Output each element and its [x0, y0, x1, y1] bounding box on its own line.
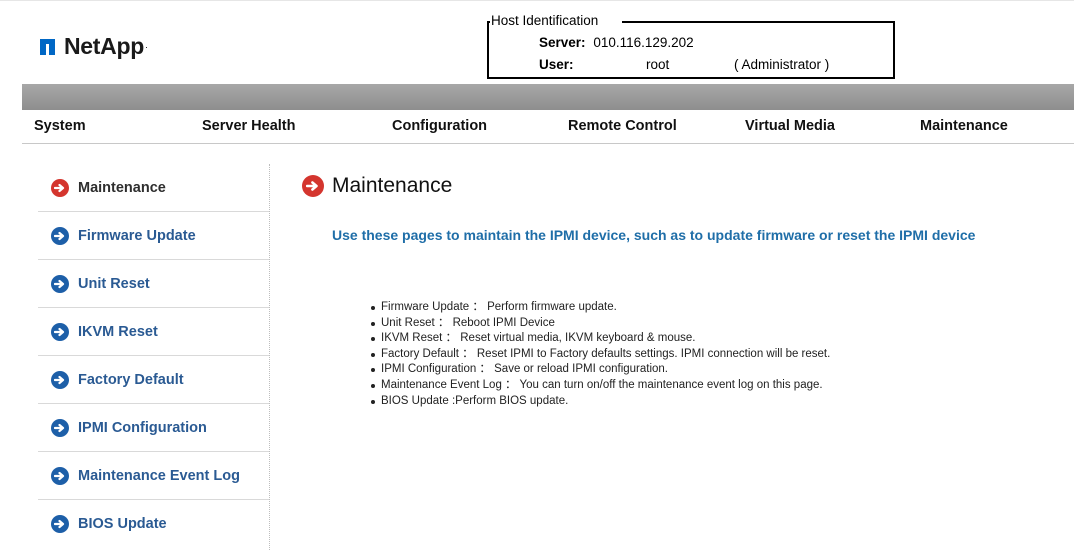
sidebar-item-ikvm-reset[interactable]: IKVM Reset	[38, 308, 269, 356]
arrow-circle-right-icon	[302, 175, 324, 197]
sidebar-item-label: IKVM Reset	[78, 323, 158, 340]
page-title: Maintenance	[302, 174, 452, 198]
tab-system[interactable]: System	[34, 118, 86, 134]
list-item: IKVM Reset ： Reset virtual media, IKVM k…	[370, 331, 1070, 347]
sidebar-item-firmware-update[interactable]: Firmware Update	[38, 212, 269, 260]
sidebar-item-label: Maintenance Event Log	[78, 467, 240, 484]
sidebar-item-label: IPMI Configuration	[78, 419, 207, 436]
server-row: Server: 010.116.129.202	[539, 35, 694, 50]
sidebar-item-factory-default[interactable]: Factory Default	[38, 356, 269, 404]
list-item: IPMI Configuration ： Save or reload IPMI…	[370, 362, 1070, 378]
user-role: ( Administrator )	[734, 57, 830, 72]
header-gray-bar	[22, 84, 1074, 110]
arrow-circle-right-icon	[51, 274, 69, 293]
tab-maintenance[interactable]: Maintenance	[920, 118, 1008, 134]
tab-configuration[interactable]: Configuration	[392, 118, 487, 134]
sidebar-item-maintenance[interactable]: Maintenance	[38, 164, 269, 212]
sidebar-item-unit-reset[interactable]: Unit Reset	[38, 260, 269, 308]
feature-list: Firmware Update ： Perform firmware updat…	[370, 300, 1070, 409]
user-value: root	[646, 57, 670, 72]
tab-server-health[interactable]: Server Health	[202, 118, 296, 134]
arrow-circle-right-icon	[51, 370, 69, 389]
netapp-logo[interactable]: NetApp ·	[40, 33, 148, 60]
ipmi-page: NetApp · Host Identification Server: 010…	[0, 0, 1074, 550]
arrow-circle-right-icon	[51, 178, 69, 197]
sidebar: Maintenance Firmware Update Unit Reset I…	[38, 164, 270, 550]
logo-trademark: ·	[144, 41, 148, 52]
user-row: User: root ( Administrator )	[539, 57, 829, 72]
arrow-circle-right-icon	[51, 322, 69, 341]
page-title-text: Maintenance	[332, 174, 453, 197]
arrow-circle-right-icon	[51, 515, 69, 533]
netapp-logo-icon	[40, 38, 58, 55]
tab-remote-control[interactable]: Remote Control	[568, 118, 677, 134]
sidebar-item-maintenance-event-log[interactable]: Maintenance Event Log	[38, 452, 269, 500]
sidebar-item-label: BIOS Update	[78, 516, 167, 532]
sidebar-item-label: Firmware Update	[78, 227, 196, 244]
arrow-circle-right-icon	[51, 418, 69, 437]
host-identification-legend: Host Identification	[490, 13, 600, 28]
list-item: Unit Reset ： Reboot IPMI Device	[370, 316, 1070, 332]
sidebar-item-ipmi-configuration[interactable]: IPMI Configuration	[38, 404, 269, 452]
page-description: Use these pages to maintain the IPMI dev…	[332, 227, 976, 243]
sidebar-item-label: Maintenance	[78, 179, 166, 196]
sidebar-item-label: Unit Reset	[78, 275, 150, 292]
sidebar-item-label: Factory Default	[78, 371, 184, 388]
header: NetApp · Host Identification Server: 010…	[0, 0, 1074, 84]
list-item: Firmware Update ： Perform firmware updat…	[370, 300, 1070, 316]
list-item: BIOS Update :Perform BIOS update.	[370, 394, 1070, 410]
arrow-circle-right-icon	[51, 466, 69, 485]
sidebar-item-bios-update[interactable]: BIOS Update	[38, 500, 269, 548]
arrow-circle-right-icon	[51, 226, 69, 245]
tab-virtual-media[interactable]: Virtual Media	[745, 118, 835, 134]
list-item: Maintenance Event Log ： You can turn on/…	[370, 378, 1070, 394]
server-value: 010.116.129.202	[593, 35, 694, 50]
server-label: Server:	[539, 35, 586, 50]
logo-text: NetApp	[64, 33, 144, 59]
top-navigation: System Server Health Configuration Remot…	[22, 110, 1074, 144]
user-label: User:	[539, 57, 574, 72]
list-item: Factory Default ： Reset IPMI to Factory …	[370, 347, 1070, 363]
